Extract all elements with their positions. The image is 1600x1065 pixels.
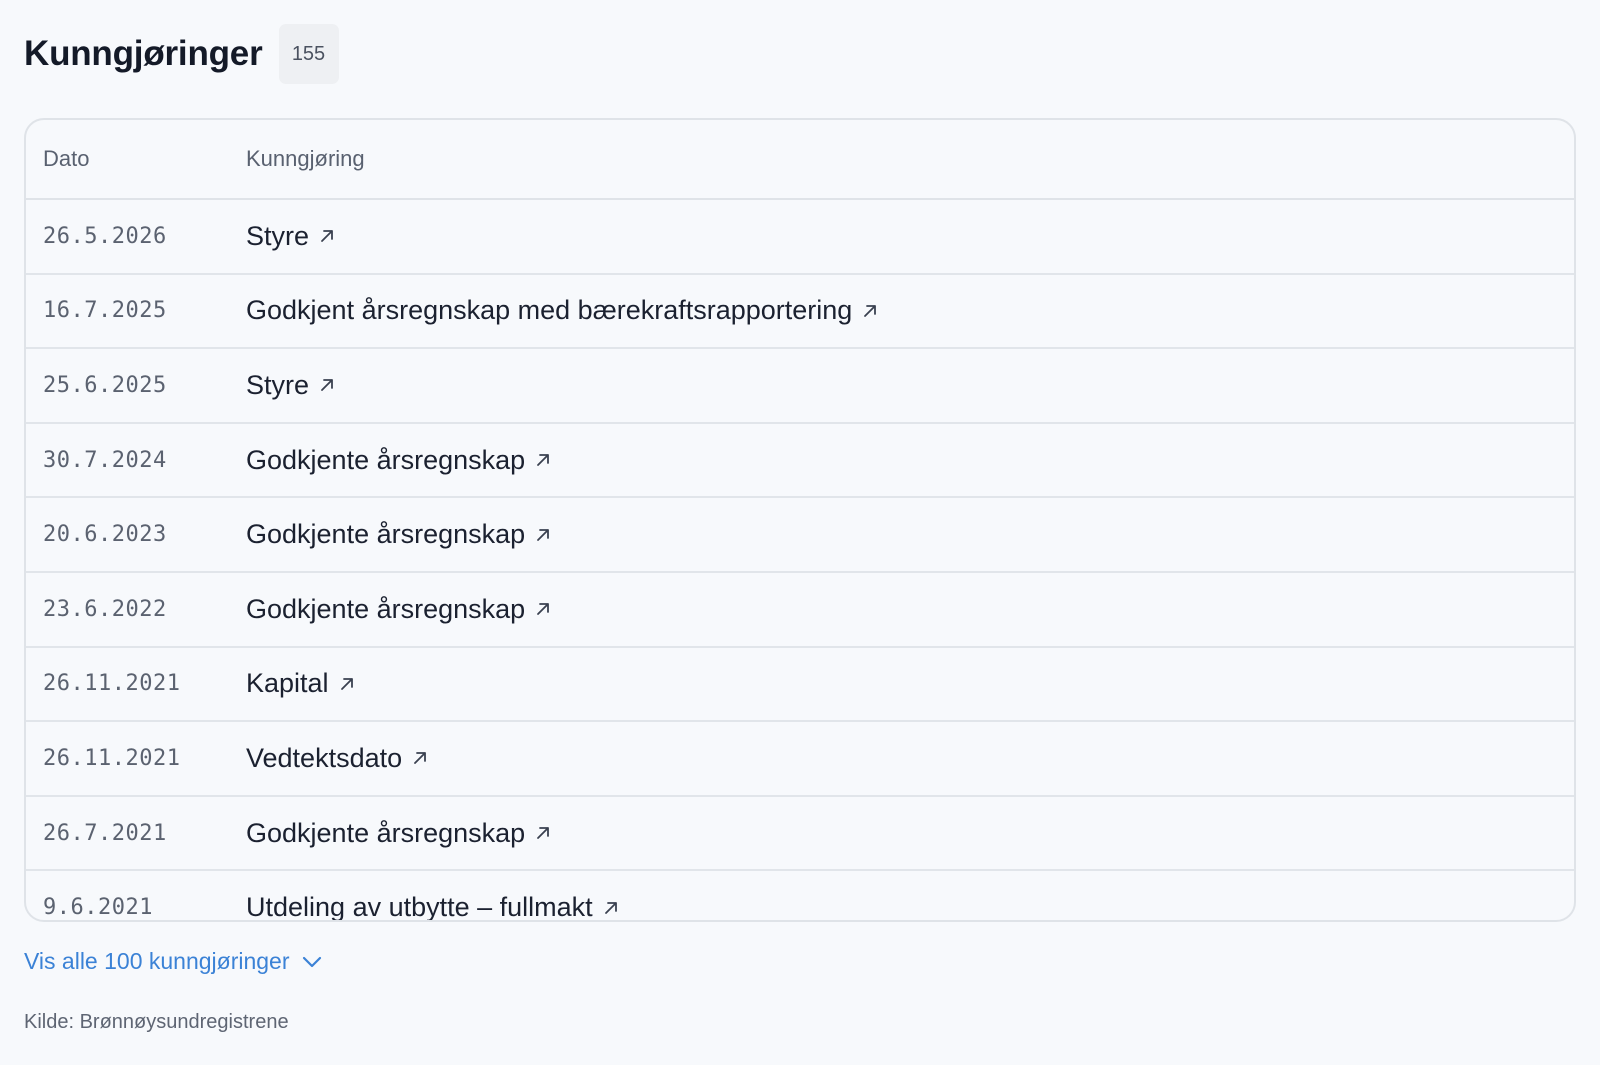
announcement-text: Utdeling av utbytte – fullmakt <box>246 892 593 922</box>
external-link-arrow-icon <box>603 900 619 916</box>
row-announcement-cell: Godkjent årsregnskap med bærekraftsrappo… <box>246 295 1574 326</box>
row-date: 25.6.2025 <box>43 372 167 398</box>
row-date: 26.11.2021 <box>43 745 181 771</box>
column-header-announcement: Kunngjøring <box>246 146 365 171</box>
row-announcement-cell: Styre <box>246 370 1574 401</box>
table-row[interactable]: 26.11.2021 Vedtektsdato <box>26 722 1574 797</box>
show-all-label: Vis alle 100 kunngjøringer <box>24 948 290 974</box>
announcement-link[interactable]: Godkjente årsregnskap <box>246 818 551 849</box>
row-announcement-cell: Kapital <box>246 668 1574 699</box>
chevron-down-icon <box>302 956 322 968</box>
announcement-link[interactable]: Utdeling av utbytte – fullmakt <box>246 892 619 922</box>
row-announcement-cell: Styre <box>246 221 1574 252</box>
external-link-arrow-icon <box>862 303 878 319</box>
row-date: 23.6.2022 <box>43 596 167 622</box>
table-row[interactable]: 26.7.2021 Godkjente årsregnskap <box>26 797 1574 872</box>
row-date: 26.7.2021 <box>43 820 167 846</box>
announcement-text: Godkjente årsregnskap <box>246 444 526 475</box>
row-announcement-cell: Utdeling av utbytte – fullmakt <box>246 892 1574 922</box>
table-row[interactable]: 26.5.2026 Styre <box>26 200 1574 275</box>
row-date: 30.7.2024 <box>43 447 167 473</box>
table-header: Dato Kunngjøring <box>26 120 1574 200</box>
external-link-arrow-icon <box>339 676 355 692</box>
row-announcement-cell: Vedtektsdato <box>246 743 1574 774</box>
announcement-link[interactable]: Godkjente årsregnskap <box>246 519 551 550</box>
row-date: 16.7.2025 <box>43 298 167 324</box>
row-date: 26.11.2021 <box>43 671 181 697</box>
external-link-arrow-icon <box>535 452 551 468</box>
announcement-link[interactable]: Godkjent årsregnskap med bærekraftsrappo… <box>246 295 878 326</box>
table-row[interactable]: 26.11.2021 Kapital <box>26 648 1574 723</box>
announcement-text: Vedtektsdato <box>246 742 403 773</box>
announcement-text: Godkjent årsregnskap med bærekraftsrappo… <box>246 295 853 326</box>
announcements-table: Dato Kunngjøring 26.5.2026 Styre 16.7.2025… <box>24 118 1576 922</box>
row-date: 20.6.2023 <box>43 522 167 548</box>
external-link-arrow-icon <box>535 527 551 543</box>
source-note: Kilde: Brønnøysundregistrene <box>24 1011 289 1033</box>
page-title: Kunngjøringer <box>24 34 263 73</box>
count-badge: 155 <box>278 24 339 84</box>
row-announcement-cell: Godkjente årsregnskap <box>246 519 1574 550</box>
external-link-arrow-icon <box>412 750 428 766</box>
announcement-text: Styre <box>246 369 310 400</box>
row-announcement-cell: Godkjente årsregnskap <box>246 818 1574 849</box>
external-link-arrow-icon <box>319 377 335 393</box>
column-header-date: Dato <box>43 146 90 171</box>
table-body: 26.5.2026 Styre 16.7.2025 Godkjent årsregns… <box>26 200 1574 922</box>
row-announcement-cell: Godkjente årsregnskap <box>246 445 1574 476</box>
announcement-link[interactable]: Godkjente årsregnskap <box>246 445 551 476</box>
row-date: 9.6.2021 <box>43 895 153 921</box>
row-date: 26.5.2026 <box>43 223 167 249</box>
table-row[interactable]: 16.7.2025 Godkjent årsregnskap med bærekr… <box>26 275 1574 350</box>
table-row[interactable]: 20.6.2023 Godkjente årsregnskap <box>26 498 1574 573</box>
announcement-text: Kapital <box>246 668 329 699</box>
show-all-button[interactable]: Vis alle 100 kunngjøringer <box>24 948 322 975</box>
external-link-arrow-icon <box>319 228 335 244</box>
announcement-link[interactable]: Vedtektsdato <box>246 743 428 774</box>
table-row[interactable]: 9.6.2021 Utdeling av utbytte – fullmakt <box>26 871 1574 922</box>
external-link-arrow-icon <box>535 825 551 841</box>
section-header: Kunngjøringer 155 <box>24 24 339 84</box>
announcement-text: Godkjente årsregnskap <box>246 519 526 550</box>
announcement-link[interactable]: Styre <box>246 370 335 401</box>
announcement-text: Godkjente årsregnskap <box>246 593 526 624</box>
row-announcement-cell: Godkjente årsregnskap <box>246 594 1574 625</box>
table-row[interactable]: 30.7.2024 Godkjente årsregnskap <box>26 424 1574 499</box>
external-link-arrow-icon <box>535 601 551 617</box>
announcement-text: Styre <box>246 220 310 251</box>
announcement-text: Godkjente årsregnskap <box>246 817 526 848</box>
announcement-link[interactable]: Godkjente årsregnskap <box>246 594 551 625</box>
announcement-link[interactable]: Kapital <box>246 668 355 699</box>
table-row[interactable]: 25.6.2025 Styre <box>26 349 1574 424</box>
announcement-link[interactable]: Styre <box>246 221 335 252</box>
table-row[interactable]: 23.6.2022 Godkjente årsregnskap <box>26 573 1574 648</box>
